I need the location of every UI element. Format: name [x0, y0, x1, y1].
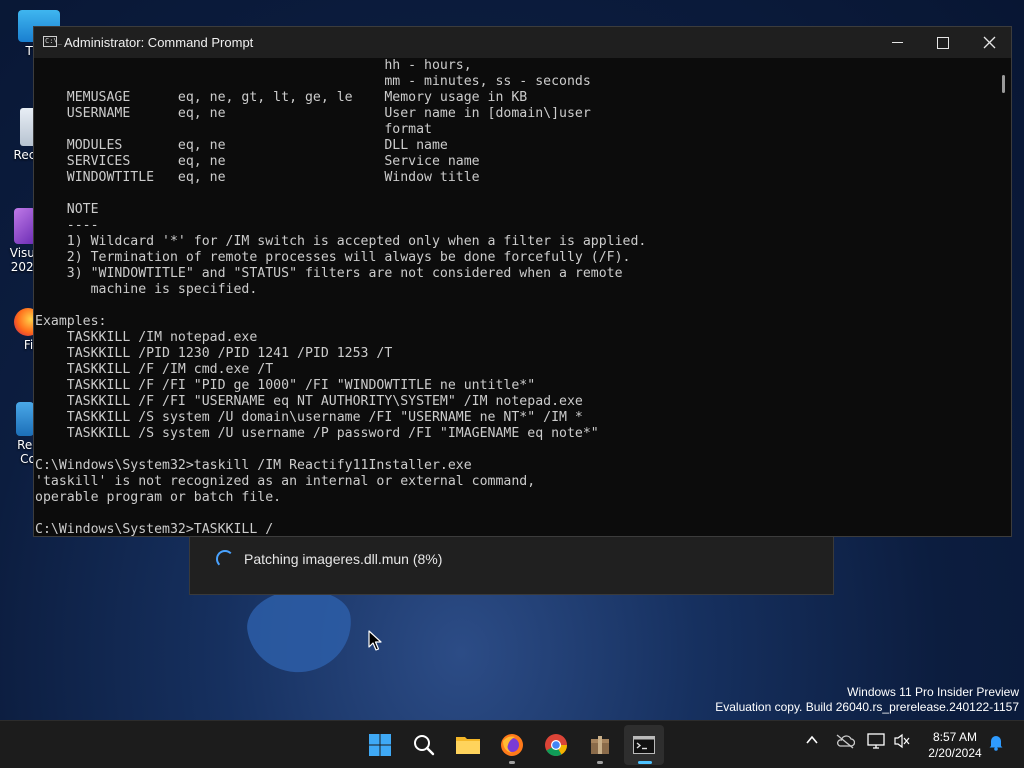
network-tray-button[interactable]: [867, 733, 885, 753]
command-prompt-app-icon: C:\_: [43, 36, 62, 47]
maximize-button[interactable]: [920, 27, 966, 58]
close-button[interactable]: [966, 27, 1012, 58]
clock-date: 2/20/2024: [928, 746, 982, 760]
command-prompt-window[interactable]: C:\_ Administrator: Command Prompt hh - …: [33, 26, 1012, 537]
console-line: NOTE: [35, 202, 99, 217]
active-indicator: [638, 761, 652, 764]
bell-icon: [989, 736, 1003, 751]
installer-app-button[interactable]: [580, 725, 620, 765]
console-line: 1) Wildcard '*' for /IM switch is accept…: [35, 234, 647, 249]
console-line: TASKKILL /S system /U username /P passwo…: [35, 426, 599, 441]
windows-watermark: Windows 11 Pro Insider Preview Evaluatio…: [715, 685, 1019, 715]
file-explorer-button[interactable]: [448, 725, 488, 765]
onedrive-offline-icon: [836, 734, 856, 749]
console-line: MEMUSAGE eq, ne, gt, lt, ge, le Memory u…: [35, 90, 528, 105]
terminal-button[interactable]: [624, 725, 664, 765]
console-line: Examples:: [35, 314, 107, 329]
console-line: WINDOWTITLE eq, ne Window title: [35, 170, 480, 185]
chrome-icon: [545, 734, 567, 756]
watermark-edition: Windows 11 Pro Insider Preview: [847, 685, 1019, 699]
window-titlebar[interactable]: C:\_ Administrator: Command Prompt: [34, 27, 1011, 58]
wallpaper-bloom-shape: [242, 583, 358, 679]
window-title: Administrator: Command Prompt: [64, 35, 254, 50]
console-line: MODULES eq, ne DLL name: [35, 138, 448, 153]
console-line: hh - hours,: [35, 58, 472, 73]
console-line: TASKKILL /PID 1230 /PID 1241 /PID 1253 /…: [35, 346, 393, 361]
chrome-button[interactable]: [536, 725, 576, 765]
firefox-icon: [501, 734, 523, 756]
console-output[interactable]: hh - hours, mm - minutes, ss - seconds M…: [34, 58, 995, 536]
console-line: operable program or batch file.: [35, 490, 282, 505]
windows-logo-icon: [369, 734, 391, 756]
console-line: format: [35, 122, 432, 137]
vertical-scrollbar[interactable]: [1002, 75, 1005, 93]
onedrive-tray-button[interactable]: [835, 733, 856, 753]
minimize-icon: [891, 41, 903, 44]
folder-icon: [456, 737, 480, 754]
console-line: TASKKILL /F /FI "PID ge 1000" /FI "WINDO…: [35, 378, 536, 393]
console-line: ----: [35, 218, 99, 233]
console-line: TASKKILL /S system /U domain\username /F…: [35, 410, 583, 425]
console-line: SERVICES eq, ne Service name: [35, 154, 480, 169]
console-line: TASKKILL /IM notepad.exe: [35, 330, 258, 345]
maximize-icon: [937, 36, 949, 49]
minimize-button[interactable]: [874, 27, 920, 58]
search-icon: [414, 735, 435, 756]
firefox-button[interactable]: [492, 725, 532, 765]
running-indicator: [509, 761, 515, 764]
notification-button[interactable]: [988, 733, 1004, 755]
console-line: C:\Windows\System32>TASKKILL /: [35, 522, 274, 536]
close-icon: [983, 36, 995, 49]
running-indicator: [597, 761, 603, 764]
console-line: USERNAME eq, ne User name in [domain\]us…: [35, 106, 591, 121]
chevron-up-icon: [806, 735, 818, 744]
console-line: machine is specified.: [35, 282, 258, 297]
console-line: 'taskill' is not recognized as an intern…: [35, 474, 536, 489]
console-line: 2) Termination of remote processes will …: [35, 250, 631, 265]
console-line: TASKKILL /F /FI "USERNAME eq NT AUTHORIT…: [35, 394, 583, 409]
loading-spinner-icon: [216, 550, 234, 568]
mouse-pointer-icon: [368, 630, 382, 651]
installer-status-text: Patching imageres.dll.mun (8%): [244, 551, 443, 567]
console-line: TASKKILL /F /IM cmd.exe /T: [35, 362, 274, 377]
start-button[interactable]: [360, 725, 400, 765]
console-line: 3) "WINDOWTITLE" and "STATUS" filters ar…: [35, 266, 623, 281]
console-line: C:\Windows\System32>taskill /IM Reactify…: [35, 458, 472, 473]
clock-time: 8:57 AM: [932, 730, 978, 744]
taskbar: 8:57 AM 2/20/2024: [0, 720, 1024, 768]
watermark-build: Evaluation copy. Build 26040.rs_prerelea…: [715, 700, 1019, 714]
recovery-shortcut-icon: [16, 402, 34, 436]
network-icon: [867, 733, 885, 749]
volume-muted-icon: [894, 733, 910, 749]
package-icon: [591, 736, 609, 754]
terminal-icon: [633, 736, 655, 754]
show-hidden-icons-button[interactable]: [805, 733, 819, 751]
console-line: mm - minutes, ss - seconds: [35, 74, 591, 89]
taskbar-clock[interactable]: 8:57 AM 2/20/2024: [920, 729, 990, 761]
search-button[interactable]: [404, 725, 444, 765]
volume-tray-button[interactable]: [893, 733, 911, 753]
